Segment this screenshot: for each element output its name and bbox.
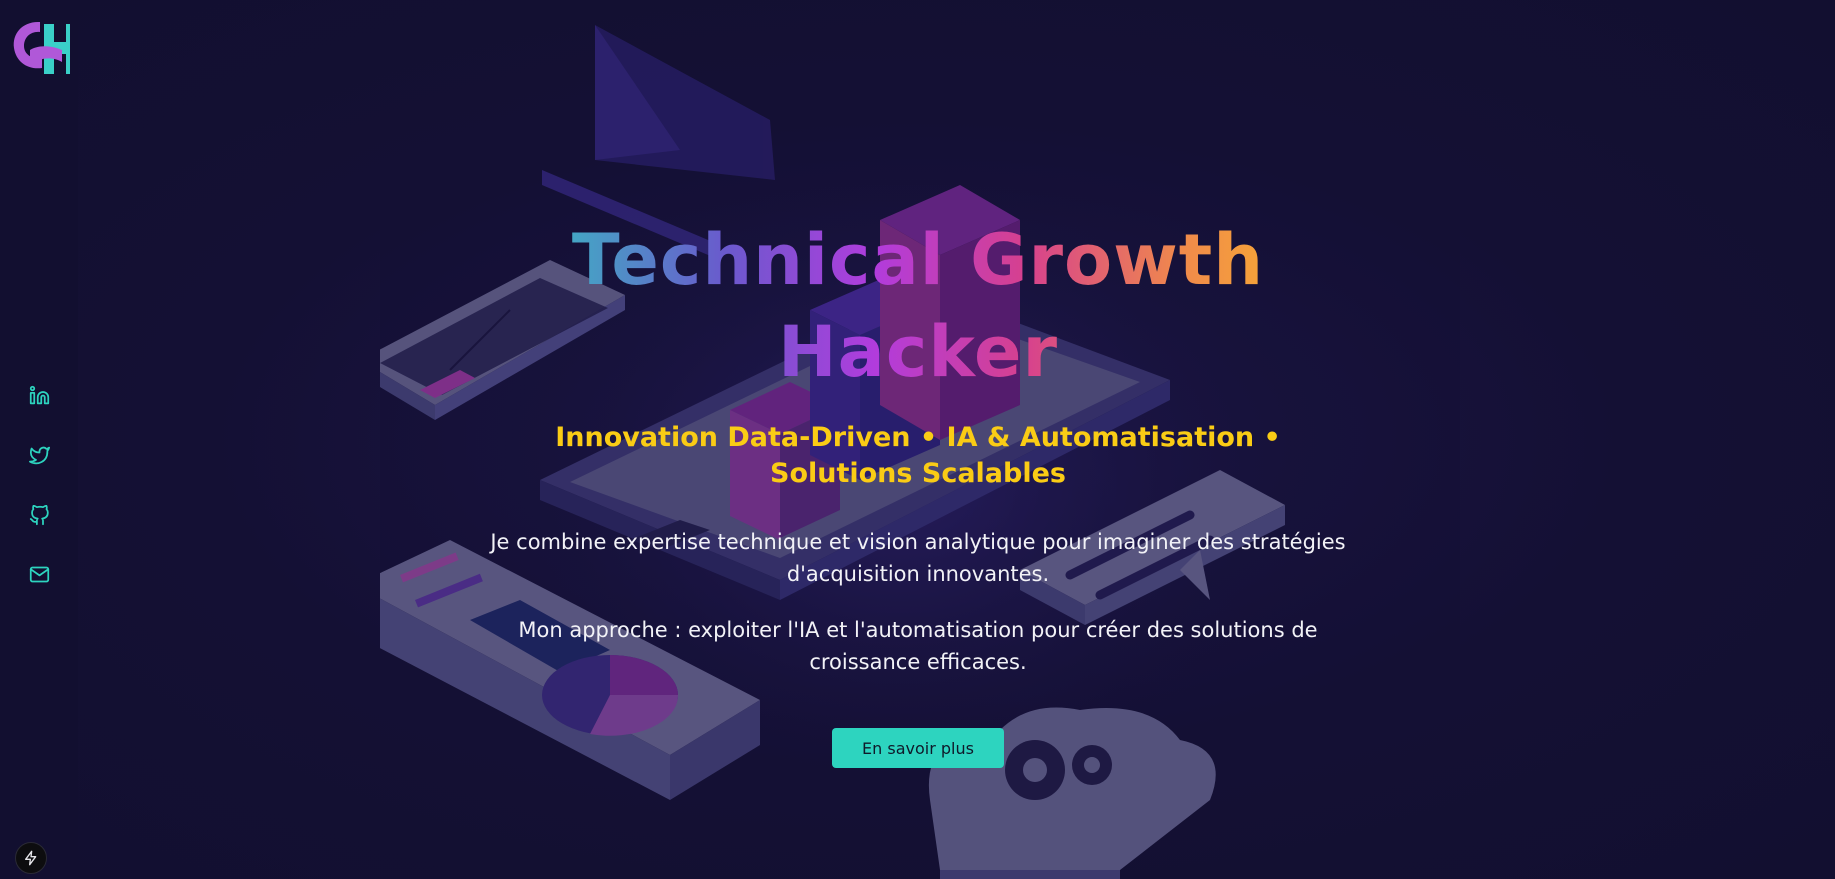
- github-icon: [29, 504, 49, 525]
- twitter-icon: [28, 446, 50, 464]
- linkedin-icon: [29, 385, 49, 404]
- hero-paragraph-2: Mon approche : exploiter l'IA et l'autom…: [518, 618, 1318, 674]
- learn-more-button[interactable]: En savoir plus: [832, 728, 1004, 768]
- twitter-link[interactable]: [24, 440, 54, 470]
- site-logo[interactable]: [8, 16, 70, 78]
- github-link[interactable]: [24, 500, 54, 530]
- page: Technical Growth Hacker Innovation Data-…: [0, 0, 1835, 879]
- gh-logo-icon: [13, 22, 70, 74]
- mail-icon: [29, 566, 49, 582]
- hero-paragraph-1: Je combine expertise technique et vision…: [490, 530, 1346, 586]
- linkedin-link[interactable]: [24, 380, 54, 410]
- dev-tools-badge[interactable]: [15, 842, 47, 874]
- email-link[interactable]: [24, 559, 54, 589]
- hero-title: Technical Growth Hacker: [478, 214, 1358, 398]
- sidebar: [0, 0, 78, 879]
- hero-subtitle: Innovation Data-Driven • IA & Automatisa…: [555, 422, 1281, 489]
- hero-section: Technical Growth Hacker Innovation Data-…: [478, 214, 1358, 768]
- lightning-icon: [25, 850, 37, 866]
